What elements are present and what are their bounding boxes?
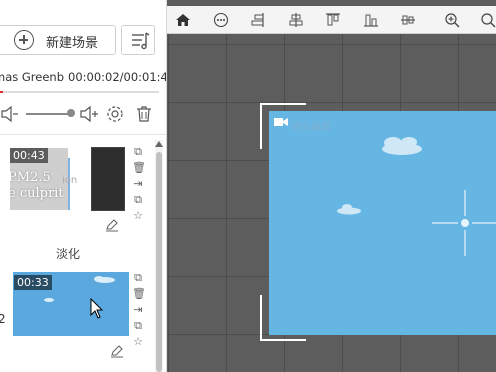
- duplicate-icon[interactable]: ⧉: [132, 320, 144, 332]
- scene-actions: ⧉ 🗑 ⇥ ⧉ ☆: [132, 272, 148, 352]
- align-bottom-icon[interactable]: [363, 12, 379, 28]
- star-icon[interactable]: ☆: [132, 210, 144, 222]
- current-scene-info: mas Greenb 00:00:02/00:01:40: [0, 70, 167, 86]
- export-icon[interactable]: ⇥: [132, 304, 144, 316]
- divider: [0, 134, 166, 135]
- star-icon[interactable]: ☆: [132, 336, 144, 348]
- scene-thumbnail-text: PM2.5 e culprit: [10, 170, 64, 201]
- volume-up-icon[interactable]: [79, 104, 99, 124]
- edit-icon[interactable]: [110, 344, 124, 358]
- align-top-icon[interactable]: [325, 12, 341, 28]
- transition-label[interactable]: 淡化: [56, 245, 80, 262]
- playback-progress[interactable]: [0, 91, 159, 93]
- scene-time: 00:00:02/00:01:40: [68, 70, 167, 84]
- copy-icon[interactable]: ⧉: [132, 146, 144, 158]
- settings-icon[interactable]: [105, 104, 125, 124]
- new-scene-label: 新建场景: [46, 36, 99, 51]
- scene-actions: ⧉ 🗑 ⇥ ⧉ ☆: [132, 146, 148, 226]
- duration-badge: 00:33: [14, 275, 52, 290]
- playlist-icon: [132, 32, 150, 50]
- plus-circle-icon: [14, 30, 34, 50]
- scroll-up-arrow[interactable]: [155, 141, 163, 147]
- duration-badge: 00:43: [10, 148, 48, 163]
- scene-thumbnail-dark[interactable]: [91, 147, 125, 211]
- delete-icon[interactable]: 🗑: [132, 288, 146, 300]
- align-center-v-icon[interactable]: [288, 12, 304, 28]
- more-icon[interactable]: [213, 12, 229, 28]
- export-icon[interactable]: ⇥: [132, 178, 144, 190]
- scene-thumbnail-faded-text: ion: [62, 175, 78, 186]
- distribute-icon[interactable]: [400, 12, 416, 28]
- frame-corner-bottom-left[interactable]: [260, 295, 306, 341]
- scrollbar-thumb[interactable]: [156, 152, 162, 372]
- volume-slider[interactable]: [26, 113, 70, 115]
- volume-down-icon[interactable]: [0, 104, 20, 124]
- copy-icon[interactable]: ⧉: [132, 272, 144, 284]
- scene-panel: 新建场景 mas Greenb 00:00:02/00:01:40 PM2.5 …: [0, 0, 167, 372]
- delete-icon[interactable]: 🗑: [132, 162, 146, 174]
- duplicate-icon[interactable]: ⧉: [132, 194, 144, 206]
- volume-slider-handle[interactable]: [67, 109, 75, 117]
- home-icon[interactable]: [175, 12, 191, 28]
- progress-fill: [0, 91, 4, 93]
- new-scene-button[interactable]: 新建场景: [0, 25, 116, 55]
- zoom-out-icon[interactable]: [480, 12, 496, 28]
- scene-row-number: 2: [0, 312, 6, 326]
- canvas-toolbar: [167, 6, 496, 34]
- zoom-in-icon[interactable]: [444, 12, 460, 28]
- scene-name: mas Greenb: [0, 70, 65, 84]
- mouse-cursor-icon: [90, 298, 104, 319]
- playlist-button[interactable]: [121, 25, 155, 55]
- edit-icon[interactable]: [105, 218, 119, 232]
- align-right-icon[interactable]: [250, 12, 266, 28]
- frame-corner-top-left[interactable]: [260, 103, 306, 149]
- delete-icon[interactable]: [134, 104, 154, 124]
